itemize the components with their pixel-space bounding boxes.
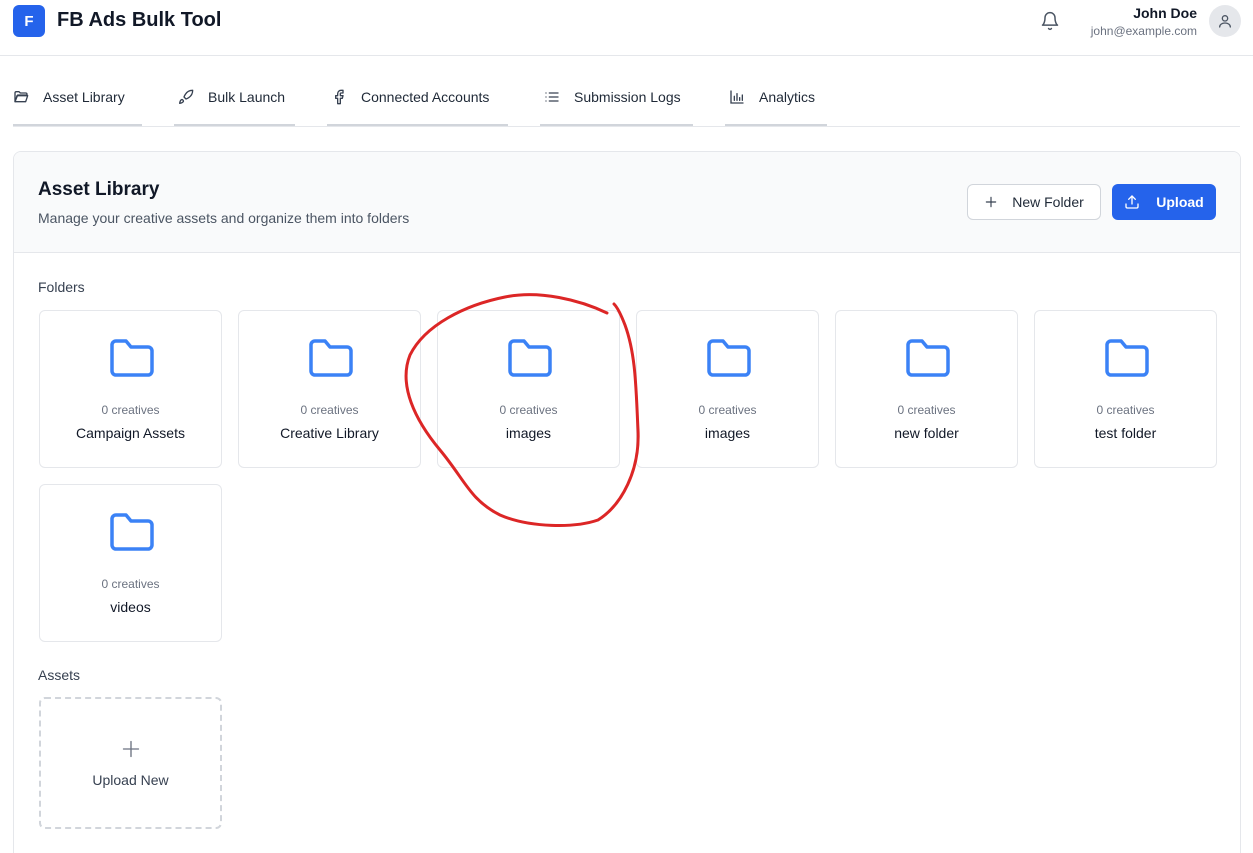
plus-icon: [122, 740, 140, 758]
new-folder-button[interactable]: New Folder: [967, 184, 1101, 220]
folder-name: images: [704, 425, 751, 441]
folder-count: 0 creatives: [101, 403, 160, 417]
asset-library-card: Asset Library Manage your creative asset…: [13, 151, 1241, 853]
folder-card[interactable]: 0 creatives images: [437, 310, 620, 468]
bell-icon[interactable]: [1040, 11, 1060, 31]
main-tabs: Asset Library Bulk Launch Connected Acco…: [13, 70, 1240, 127]
user-email: john@example.com: [1090, 24, 1197, 38]
tab-analytics[interactable]: Analytics: [725, 70, 827, 126]
folder-name: new folder: [894, 425, 959, 441]
folder-icon: [1105, 339, 1149, 377]
page-subtitle: Manage your creative assets and organize…: [38, 210, 410, 226]
folder-count: 0 creatives: [101, 577, 160, 591]
upload-label: Upload: [1156, 194, 1204, 210]
folder-card[interactable]: 0 creatives videos: [39, 484, 222, 642]
folder-card[interactable]: 0 creatives images: [636, 310, 819, 468]
folder-card[interactable]: 0 creatives test folder: [1034, 310, 1217, 468]
app-logo[interactable]: F: [13, 5, 45, 37]
folder-icon: [110, 513, 154, 551]
page-title: Asset Library: [38, 179, 160, 200]
card-header: Asset Library Manage your creative asset…: [14, 152, 1240, 253]
folder-count: 0 creatives: [499, 403, 558, 417]
avatar[interactable]: [1209, 5, 1241, 37]
tab-bulk-launch[interactable]: Bulk Launch: [174, 70, 295, 126]
folder-open-icon: [14, 91, 29, 103]
folder-count: 0 creatives: [300, 403, 359, 417]
folder-icon: [707, 339, 751, 377]
tab-label: Analytics: [759, 89, 816, 105]
folder-icon: [508, 339, 552, 377]
folder-name: test folder: [1094, 425, 1157, 441]
folder-icon: [309, 339, 353, 377]
folder-card[interactable]: 0 creatives Creative Library: [238, 310, 421, 468]
tab-label: Asset Library: [43, 89, 125, 105]
tab-submission-logs[interactable]: Submission Logs: [540, 70, 693, 126]
folder-icon: [906, 339, 950, 377]
folder-name: Campaign Assets: [76, 425, 185, 441]
plus-icon: [985, 196, 997, 208]
tab-label: Submission Logs: [574, 89, 681, 105]
upload-icon: [1125, 195, 1139, 209]
app-header: F FB Ads Bulk Tool John Doe john@example…: [0, 0, 1253, 56]
app-title: FB Ads Bulk Tool: [57, 9, 222, 31]
tab-connected-accounts[interactable]: Connected Accounts: [327, 70, 508, 126]
facebook-icon: [335, 89, 344, 105]
upload-button[interactable]: Upload: [1112, 184, 1216, 220]
tab-asset-library[interactable]: Asset Library: [13, 70, 142, 126]
folder-card[interactable]: 0 creatives new folder: [835, 310, 1018, 468]
folder-icon: [110, 339, 154, 377]
folders-section-label: Folders: [38, 279, 85, 295]
folder-name: videos: [110, 599, 151, 615]
tab-label: Bulk Launch: [208, 89, 286, 105]
rocket-icon: [179, 89, 194, 104]
assets-section-label: Assets: [38, 667, 81, 683]
folder-count: 0 creatives: [698, 403, 757, 417]
tab-label: Connected Accounts: [361, 89, 490, 105]
user-name: John Doe: [1133, 5, 1197, 21]
folder-card[interactable]: 0 creatives Campaign Assets: [39, 310, 222, 468]
list-icon: [545, 92, 559, 102]
new-folder-label: New Folder: [1012, 194, 1084, 210]
folder-name: images: [505, 425, 552, 441]
folder-name: Creative Library: [280, 425, 379, 441]
bar-chart-icon: [730, 90, 744, 104]
folder-count: 0 creatives: [1096, 403, 1155, 417]
upload-new-label: Upload New: [92, 772, 169, 788]
folder-count: 0 creatives: [897, 403, 956, 417]
user-icon: [1219, 15, 1231, 28]
upload-new-tile[interactable]: Upload New: [39, 697, 222, 829]
